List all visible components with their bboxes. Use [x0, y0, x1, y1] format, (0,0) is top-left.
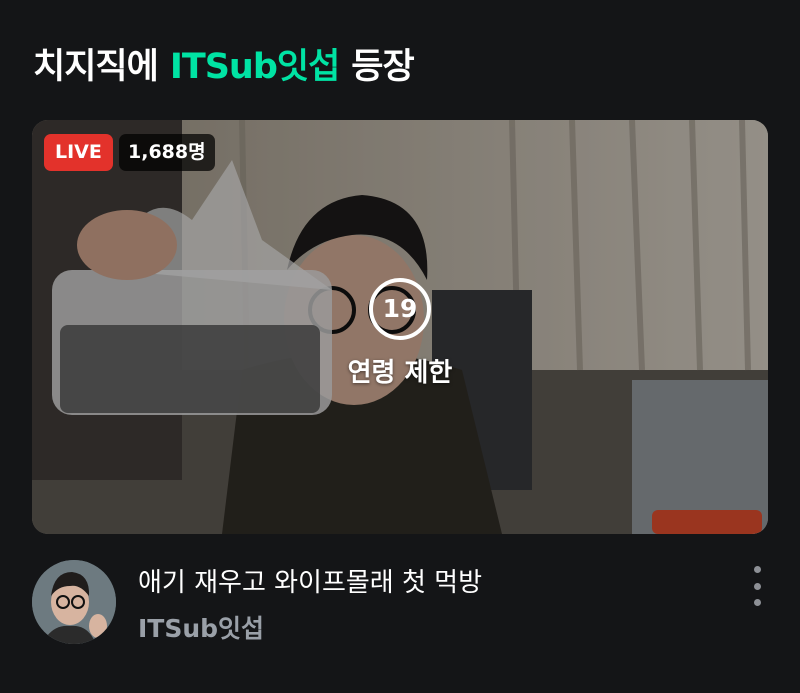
live-badge: LIVE: [44, 134, 113, 171]
section-headline: 치지직에 ITSub잇섭 등장: [33, 38, 415, 88]
stream-title[interactable]: 애기 재우고 와이프몰래 첫 먹방: [138, 562, 482, 599]
headline-prefix: 치지직에: [33, 46, 159, 87]
channel-name-link[interactable]: ITSub잇섭: [138, 609, 264, 645]
channel-avatar[interactable]: [32, 560, 116, 644]
headline-suffix: 등장: [351, 46, 414, 87]
age-restriction-label: 연령 제한: [347, 358, 453, 388]
live-promo-section: 치지직에 ITSub잇섭 등장 LIVE 1,688명 19 연령 제한 애기 …: [0, 0, 800, 693]
avatar-image: [32, 560, 116, 644]
age-restriction-notice: 19 연령 제한: [32, 278, 768, 389]
more-vertical-icon[interactable]: [744, 566, 770, 606]
live-stream-thumbnail[interactable]: LIVE 1,688명 19 연령 제한: [32, 120, 768, 534]
headline-channel-highlight: ITSub잇섭: [169, 46, 340, 87]
age-19-badge: 19: [369, 278, 431, 340]
more-dot: [753, 566, 761, 573]
more-dot: [753, 582, 761, 590]
more-dot: [753, 599, 761, 606]
viewer-count-badge: 1,688명: [119, 134, 215, 171]
